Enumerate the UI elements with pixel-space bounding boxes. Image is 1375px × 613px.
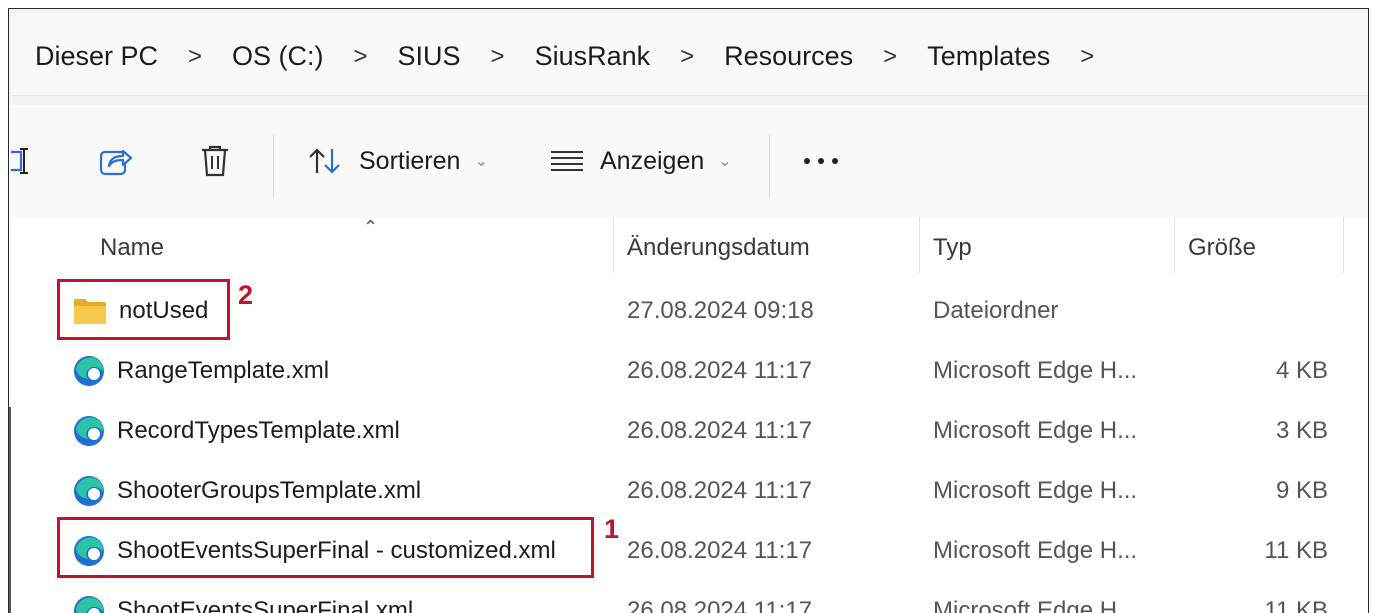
file-type: Microsoft Edge H...	[933, 417, 1138, 444]
file-name: ShooterGroupsTemplate.xml	[117, 477, 422, 504]
breadcrumb-separator-icon[interactable]: >	[652, 43, 722, 71]
annotation-highlight-box	[57, 517, 594, 578]
rename-button[interactable]	[9, 105, 31, 217]
file-row[interactable]: RangeTemplate.xml 26.08.2024 11:17 Micro…	[33, 341, 1368, 401]
file-date: 26.08.2024 11:17	[627, 357, 813, 384]
navigation-pane-edge	[9, 217, 33, 613]
sort-label: Sortieren	[359, 146, 461, 175]
file-type: Dateiordner	[933, 297, 1059, 324]
column-header-size[interactable]: Größe	[1188, 217, 1256, 279]
file-type: Microsoft Edge H...	[933, 537, 1138, 564]
breadcrumb-separator-icon[interactable]: >	[855, 43, 925, 71]
more-options-button[interactable]	[803, 105, 839, 217]
annotation-highlight-box	[57, 279, 230, 340]
edge-file-icon	[73, 415, 105, 447]
column-header-row: ⌃ Name Änderungsdatum Typ Größe	[33, 217, 1368, 279]
view-label: Anzeigen	[600, 146, 705, 175]
breadcrumb-item-templates[interactable]: Templates	[925, 41, 1052, 72]
breadcrumb-container[interactable]: Dieser PC > OS (C:) > SIUS > SiusRank > …	[11, 13, 1368, 96]
file-name-cell: RangeTemplate.xml	[73, 341, 329, 401]
view-button[interactable]: Anzeigen ⌄	[550, 105, 732, 217]
column-header-type[interactable]: Typ	[933, 217, 972, 279]
file-row[interactable]: RecordTypesTemplate.xml 26.08.2024 11:17…	[33, 401, 1368, 461]
column-header-name[interactable]: Name	[100, 217, 164, 279]
edge-file-icon	[73, 595, 105, 613]
column-header-date[interactable]: Änderungsdatum	[627, 217, 810, 279]
file-row[interactable]: ShootEventsSuperFinal.xml 26.08.2024 11:…	[33, 581, 1368, 613]
column-divider[interactable]	[919, 217, 920, 273]
breadcrumb-separator-icon[interactable]: >	[326, 43, 396, 71]
breadcrumb-separator-icon[interactable]: >	[463, 43, 533, 71]
file-name: RecordTypesTemplate.xml	[117, 417, 400, 444]
breadcrumb-separator-icon[interactable]: >	[160, 43, 230, 71]
file-date: 26.08.2024 11:17	[627, 417, 813, 444]
file-date: 26.08.2024 11:17	[627, 597, 813, 613]
address-bar: Dieser PC > OS (C:) > SIUS > SiusRank > …	[9, 9, 1368, 105]
file-type: Microsoft Edge H...	[933, 357, 1138, 384]
column-divider[interactable]	[1174, 217, 1175, 273]
splitter[interactable]	[9, 407, 11, 613]
file-size	[1178, 281, 1328, 341]
breadcrumb-item-resources[interactable]: Resources	[722, 41, 855, 72]
toolbar-divider	[273, 135, 274, 197]
edge-file-icon	[73, 355, 105, 387]
sort-icon	[307, 146, 343, 176]
column-divider[interactable]	[1343, 217, 1344, 273]
file-size: 3 KB	[1275, 417, 1328, 444]
file-date: 26.08.2024 11:17	[627, 477, 813, 504]
file-size: 11 KB	[1264, 537, 1328, 564]
column-divider[interactable]	[613, 217, 614, 273]
delete-button[interactable]	[199, 105, 231, 217]
rename-icon	[9, 146, 31, 176]
view-list-icon	[550, 149, 584, 173]
toolbar-divider	[769, 135, 770, 197]
breadcrumb-item-sius[interactable]: SIUS	[396, 41, 463, 72]
annotation-number: 1	[604, 514, 620, 544]
breadcrumb-item-siusrank[interactable]: SiusRank	[533, 41, 653, 72]
edge-file-icon	[73, 475, 105, 507]
file-name-cell: ShootEventsSuperFinal.xml	[73, 581, 413, 613]
breadcrumb-item-os-c[interactable]: OS (C:)	[230, 41, 326, 72]
file-row[interactable]: ShooterGroupsTemplate.xml 26.08.2024 11:…	[33, 461, 1368, 521]
folder-row[interactable]: notUsed 27.08.2024 09:18 Dateiordner	[33, 281, 1368, 341]
share-icon	[99, 145, 133, 177]
file-name-cell: ShooterGroupsTemplate.xml	[73, 461, 421, 521]
sort-button[interactable]: Sortieren ⌄	[307, 105, 488, 217]
breadcrumb-separator-icon[interactable]: >	[1052, 43, 1122, 71]
file-name-cell: RecordTypesTemplate.xml	[73, 401, 400, 461]
annotation-number: 2	[238, 280, 254, 310]
file-name: RangeTemplate.xml	[117, 357, 330, 384]
command-bar: Sortieren ⌄ Anzeigen ⌄	[9, 105, 1368, 218]
file-name: ShootEventsSuperFinal.xml	[117, 597, 414, 613]
file-size: 11 KB	[1264, 597, 1328, 613]
file-type: Microsoft Edge H...	[933, 597, 1138, 613]
file-date: 27.08.2024 09:18	[627, 297, 814, 324]
more-icon	[803, 157, 839, 165]
chevron-down-icon: ⌄	[474, 153, 488, 170]
file-size: 9 KB	[1275, 477, 1328, 504]
breadcrumb: Dieser PC > OS (C:) > SIUS > SiusRank > …	[33, 41, 1122, 72]
file-size: 4 KB	[1275, 357, 1328, 384]
file-type: Microsoft Edge H...	[933, 477, 1138, 504]
file-date: 26.08.2024 11:17	[627, 537, 813, 564]
share-button[interactable]	[99, 105, 133, 217]
breadcrumb-item-dieser-pc[interactable]: Dieser PC	[33, 41, 160, 72]
trash-icon	[199, 144, 231, 178]
sort-ascending-icon: ⌃	[363, 217, 379, 237]
chevron-down-icon: ⌄	[718, 153, 732, 170]
